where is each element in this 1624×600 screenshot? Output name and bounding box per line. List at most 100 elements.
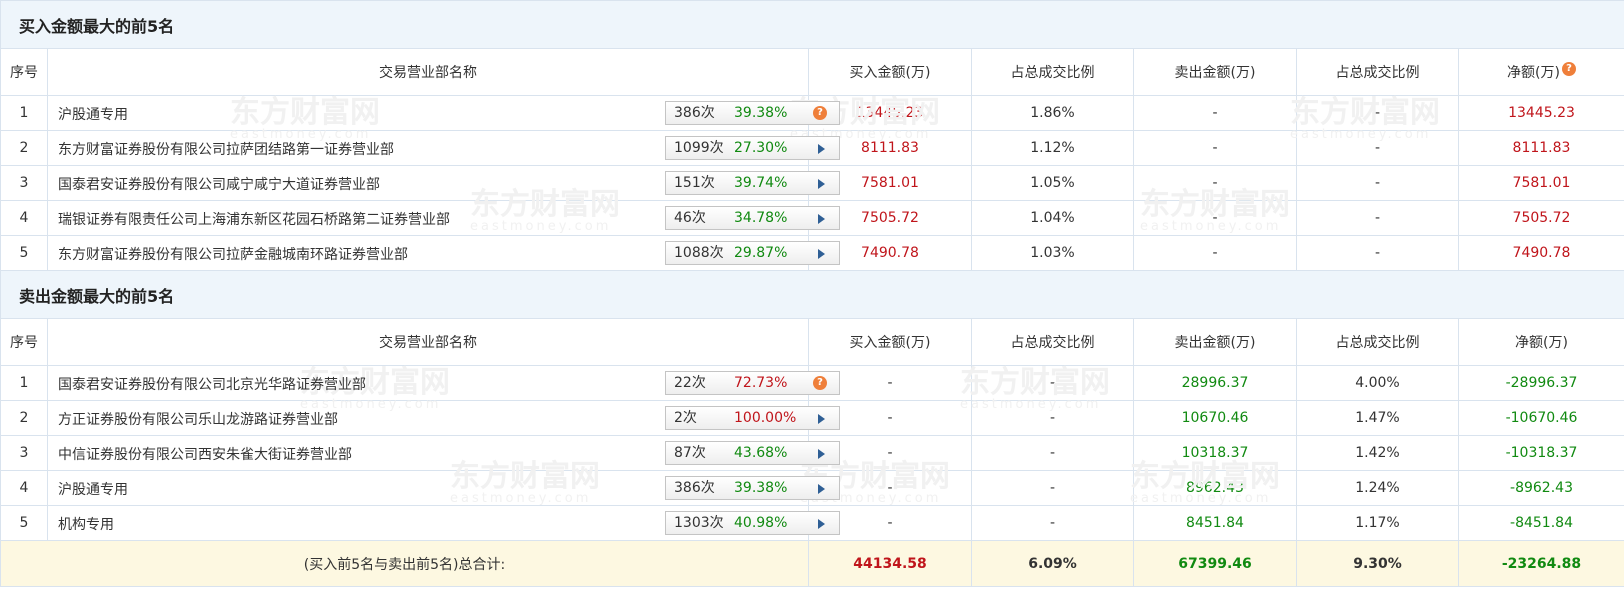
buy-ratio: - — [971, 365, 1134, 401]
total-sell: 67399.46 — [1133, 540, 1297, 587]
sell-section-title: 卖出金额最大的前5名 — [0, 270, 1624, 319]
list-count: 1303次 — [674, 515, 724, 531]
sell-amount: 10318.37 — [1133, 435, 1297, 471]
branch-name[interactable]: 国泰君安证券股份有限公司咸宁咸宁大道证券营业部 — [58, 174, 380, 194]
branch-name[interactable]: 沪股通专用 — [58, 479, 128, 499]
net-amount: 7505.72 — [1457, 200, 1624, 236]
net-amount: -10670.46 — [1457, 400, 1624, 436]
table-row: 4 瑞银证券有限责任公司上海浦东新区花园石桥路第二证券营业部 46次 34.78%… — [0, 200, 1624, 236]
buy-ratio: 1.04% — [971, 200, 1134, 236]
sell-amount: - — [1133, 130, 1297, 166]
win-rate: 29.87% — [734, 245, 788, 261]
col-header-sell: 卖出金额(万) — [1133, 318, 1297, 366]
play-arrow-icon[interactable] — [818, 179, 825, 189]
col-header-index: 序号 — [0, 48, 48, 96]
sell-ratio: 4.00% — [1296, 365, 1459, 401]
total-net: -23264.88 — [1457, 540, 1624, 587]
win-rate: 72.73% — [734, 375, 788, 391]
sell-amount: 8451.84 — [1133, 505, 1297, 541]
buy-ratio: 1.03% — [971, 235, 1134, 271]
list-count: 1099次 — [674, 140, 724, 156]
play-arrow-icon[interactable] — [818, 144, 825, 154]
play-arrow-icon[interactable] — [818, 449, 825, 459]
net-amount: -8962.43 — [1457, 470, 1624, 506]
branch-name[interactable]: 东方财富证券股份有限公司拉萨团结路第一证券营业部 — [58, 139, 394, 159]
sell-ratio: - — [1296, 200, 1459, 236]
play-arrow-icon[interactable] — [818, 519, 825, 529]
branch-name[interactable]: 中信证券股份有限公司西安朱雀大街证券营业部 — [58, 444, 352, 464]
billboard-panel: 东方财富网 eastmoney.com 东方财富网 eastmoney.com 东方… — [0, 0, 1624, 600]
play-arrow-icon[interactable] — [818, 249, 825, 259]
col-header-buy: 买入金额(万) — [808, 318, 972, 366]
net-amount: 7581.01 — [1457, 165, 1624, 201]
stat-box[interactable]: 386次 39.38%? — [665, 101, 840, 125]
help-icon[interactable]: ? — [813, 376, 827, 390]
sell-amount: 8962.43 — [1133, 470, 1297, 506]
stat-box[interactable]: 46次 34.78% — [665, 206, 840, 230]
row-index: 5 — [0, 235, 48, 271]
play-arrow-icon[interactable] — [818, 484, 825, 494]
table-row: 5 机构专用 1303次 40.98% - - 8451.84 1.17% -84… — [0, 505, 1624, 541]
buy-ratio: - — [971, 505, 1134, 541]
help-icon[interactable]: ? — [1561, 62, 1576, 76]
sell-ratio: 1.24% — [1296, 470, 1459, 506]
table-row: 1 国泰君安证券股份有限公司北京光华路证券营业部 22次 72.73%? - - … — [0, 365, 1624, 401]
col-header-name: 交易营业部名称 — [47, 48, 809, 96]
total-label: (买入前5名与卖出前5名)总合计: — [0, 540, 809, 587]
col-header-name: 交易营业部名称 — [47, 318, 809, 366]
list-count: 386次 — [674, 105, 715, 121]
sell-amount: 10670.46 — [1133, 400, 1297, 436]
branch-name[interactable]: 方正证券股份有限公司乐山龙游路证券营业部 — [58, 409, 338, 429]
net-amount: 13445.23 — [1457, 95, 1624, 131]
stat-box[interactable]: 1099次 27.30% — [665, 136, 840, 160]
row-index: 2 — [0, 400, 48, 436]
row-index: 1 — [0, 95, 48, 131]
col-header-net: 净额(万) — [1457, 318, 1624, 366]
sell-ratio: - — [1296, 235, 1459, 271]
win-rate: 100.00% — [734, 410, 797, 426]
play-arrow-icon[interactable] — [818, 414, 825, 424]
branch-name[interactable]: 瑞银证券有限责任公司上海浦东新区花园石桥路第二证券营业部 — [58, 209, 450, 229]
table-row: 5 东方财富证券股份有限公司拉萨金融城南环路证券营业部 1088次 29.87% … — [0, 235, 1624, 271]
table-row: 4 沪股通专用 386次 39.38% - - 8962.43 1.24% -89… — [0, 470, 1624, 506]
win-rate: 39.74% — [734, 175, 788, 191]
list-count: 1088次 — [674, 245, 724, 261]
list-count: 87次 — [674, 445, 706, 461]
branch-name[interactable]: 机构专用 — [58, 514, 114, 534]
col-header-buy-ratio: 占总成交比例 — [971, 48, 1134, 96]
stat-box[interactable]: 87次 43.68% — [665, 441, 840, 465]
col-header-sell-ratio: 占总成交比例 — [1296, 318, 1459, 366]
stat-box[interactable]: 1088次 29.87% — [665, 241, 840, 265]
stat-box[interactable]: 386次 39.38% — [665, 476, 840, 500]
stat-box[interactable]: 22次 72.73%? — [665, 371, 840, 395]
buy-section-title: 买入金额最大的前5名 — [0, 0, 1624, 49]
sell-amount: 28996.37 — [1133, 365, 1297, 401]
list-count: 22次 — [674, 375, 706, 391]
billboard-table: 买入金额最大的前5名 序号 交易营业部名称 买入金额(万) 占总成交比例 卖出金… — [0, 0, 1624, 587]
help-icon[interactable]: ? — [813, 106, 827, 120]
stat-box[interactable]: 2次 100.00% — [665, 406, 840, 430]
total-row: (买入前5名与卖出前5名)总合计: 44134.58 6.09% 67399.4… — [0, 540, 1624, 587]
stat-box[interactable]: 1303次 40.98% — [665, 511, 840, 535]
branch-name[interactable]: 沪股通专用 — [58, 104, 128, 124]
sell-ratio: 1.42% — [1296, 435, 1459, 471]
win-rate: 27.30% — [734, 140, 788, 156]
col-header-buy: 买入金额(万) — [808, 48, 972, 96]
table-row: 2 方正证券股份有限公司乐山龙游路证券营业部 2次 100.00% - - 106… — [0, 400, 1624, 436]
branch-name[interactable]: 国泰君安证券股份有限公司北京光华路证券营业部 — [58, 374, 366, 394]
list-count: 46次 — [674, 210, 706, 226]
play-arrow-icon[interactable] — [818, 214, 825, 224]
row-index: 4 — [0, 470, 48, 506]
branch-name[interactable]: 东方财富证券股份有限公司拉萨金融城南环路证券营业部 — [58, 244, 408, 264]
sell-ratio: 1.47% — [1296, 400, 1459, 436]
sell-ratio: 1.17% — [1296, 505, 1459, 541]
table-row: 2 东方财富证券股份有限公司拉萨团结路第一证券营业部 1099次 27.30% 8… — [0, 130, 1624, 166]
stat-box[interactable]: 151次 39.74% — [665, 171, 840, 195]
col-header-net: 净额(万)? — [1457, 48, 1624, 96]
sell-amount: - — [1133, 165, 1297, 201]
list-count: 2次 — [674, 410, 697, 426]
buy-ratio: 1.86% — [971, 95, 1134, 131]
net-amount: 7490.78 — [1457, 235, 1624, 271]
row-index: 1 — [0, 365, 48, 401]
sell-amount: - — [1133, 95, 1297, 131]
